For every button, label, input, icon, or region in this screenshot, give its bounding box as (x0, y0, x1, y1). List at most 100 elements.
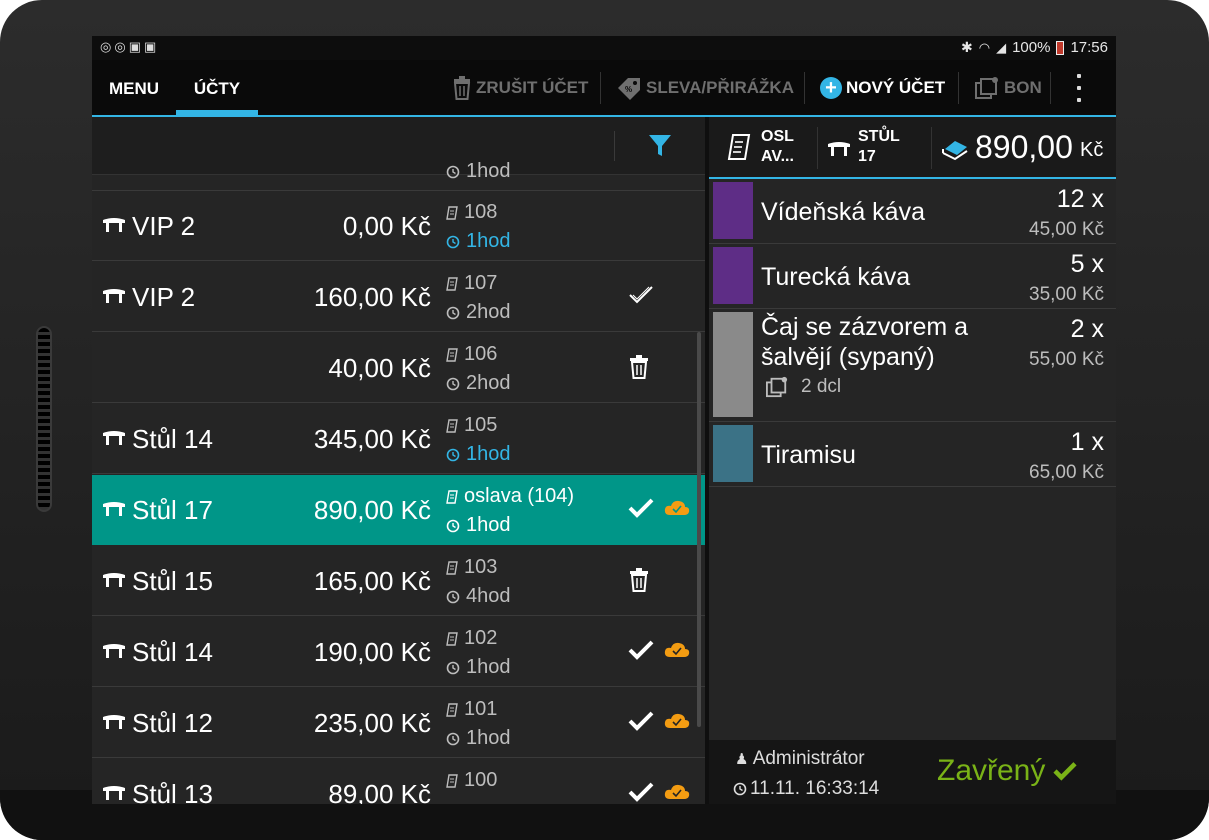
bill-amount: 235,00 Kč (313, 708, 431, 738)
svg-text:%: % (625, 85, 632, 94)
check-icon (628, 782, 654, 802)
list-item-partial[interactable]: 1hod (92, 121, 705, 191)
bill-number-text: 105 (464, 414, 498, 436)
discount-label: SLEVA/PŘIRÁŽKA (646, 77, 794, 97)
bill-item[interactable]: Tiramisu 1 x 65,00 Kč (709, 422, 1116, 487)
list-item[interactable]: VIP 2 0,00 Kč 108 1hod (92, 191, 705, 261)
table-name: VIP 2 (132, 282, 196, 312)
item-name: Turecká káva (761, 263, 911, 291)
list-item[interactable]: Stůl 14 190,00 Kč 102 1hod (92, 617, 705, 687)
clock-icon (446, 377, 460, 391)
duration: 1hod (446, 443, 511, 466)
list-item[interactable]: VIP 2 160,00 Kč 107 2hod (92, 262, 705, 332)
list-item[interactable]: Stůl 14 345,00 Kč 105 1hod (92, 404, 705, 474)
bon-button[interactable]: BON (974, 60, 1042, 115)
item-note: 2 dcl (765, 376, 841, 398)
notification-icon: ◎ (114, 39, 129, 54)
bill-currency: Kč (1080, 139, 1104, 161)
clock-icon (446, 590, 460, 604)
cash-stack-icon (942, 141, 968, 161)
status-bar: ◎◎▣▣ ✱ ◠ ◢ 100% 17:56 (92, 36, 1116, 60)
bill-number-text: 107 (464, 272, 498, 294)
bill-amount: 89,00 Kč (328, 779, 431, 804)
bill-item[interactable]: Vídeňská káva 12 x 45,00 Kč (709, 179, 1116, 244)
duration-text: 2hod (466, 301, 511, 323)
check-icon (628, 711, 654, 731)
bill-amount: 160,00 Kč (313, 282, 431, 312)
bon-label: BON (1004, 77, 1042, 97)
discount-tag-icon: % (618, 77, 640, 100)
check-icon (628, 498, 654, 518)
item-quantity: 12 x (1056, 185, 1104, 213)
discount-button[interactable]: % SLEVA/PŘIRÁŽKA (616, 60, 794, 115)
item-price: 65,00 Kč (1029, 462, 1104, 483)
list-item[interactable]: Stůl 13 89,00 Kč 100 (92, 759, 705, 804)
bill-amount: 345,00 Kč (313, 424, 431, 454)
bill-number-text: 106 (464, 343, 498, 365)
cancel-bill-button[interactable]: ZRUŠIT ÚČET (452, 60, 588, 115)
overflow-menu-icon[interactable] (1077, 74, 1083, 102)
bill-number: 105 (446, 414, 497, 437)
bill-number-text: 102 (464, 627, 498, 649)
bill-name-button[interactable]: OSL AV... (761, 127, 809, 167)
new-bill-label: NOVÝ ÚČET (846, 77, 946, 97)
speaker-grille (36, 326, 52, 512)
duration: 1hod (446, 160, 511, 183)
bill-amount: 890,00 Kč (313, 495, 431, 525)
bill-item[interactable]: Turecká káva 5 x 35,00 Kč (709, 244, 1116, 309)
table-icon (103, 218, 125, 232)
new-bill-button[interactable]: + NOVÝ ÚČET (820, 60, 945, 115)
list-item[interactable]: Stůl 15 165,00 Kč 103 4hod (92, 546, 705, 616)
clock-icon (446, 165, 460, 179)
action-divider (804, 72, 805, 104)
screen: ◎◎▣▣ ✱ ◠ ◢ 100% 17:56 MENU ÚČTY ZRUŠIT Ú… (92, 36, 1116, 804)
bill-number: 100 (446, 769, 497, 792)
accounts-scrollbar[interactable] (697, 332, 701, 727)
action-divider (1050, 72, 1051, 104)
item-color-swatch (713, 182, 753, 239)
item-color-swatch (713, 425, 753, 482)
item-quantity: 2 x (1070, 315, 1104, 343)
table-icon (828, 142, 850, 156)
check-icon (628, 640, 654, 660)
receipt-icon (446, 206, 458, 220)
battery-percent: 100% (1012, 39, 1051, 56)
trash-icon (453, 75, 471, 100)
bill-timestamp-text: 11.11. 16:33:14 (750, 778, 880, 799)
trash-icon (630, 355, 648, 379)
check-icon (1053, 762, 1077, 781)
list-item-selected[interactable]: Stůl 17 890,00 Kč oslava (104) 1hod (92, 475, 705, 545)
bill-number: oslava (104) (446, 485, 574, 508)
item-color-swatch (713, 247, 753, 304)
item-quantity: 1 x (1070, 428, 1104, 456)
table-icon (103, 431, 125, 445)
bill-number-text: 100 (464, 769, 498, 791)
clock: 17:56 (1070, 39, 1108, 56)
action-divider (958, 72, 959, 104)
trash-icon (630, 568, 648, 592)
tab-menu[interactable]: MENU (92, 60, 176, 115)
duration-text: 1hod (466, 656, 511, 678)
list-item[interactable]: 40,00 Kč 106 2hod (92, 333, 705, 403)
table-select-button[interactable]: STŮL 17 (858, 127, 918, 167)
item-name: Vídeňská káva (761, 198, 925, 226)
list-item[interactable]: Stůl 12 235,00 Kč 101 1hod (92, 688, 705, 758)
header-divider (817, 127, 818, 169)
clock-icon (733, 782, 747, 796)
receipt-icon (446, 774, 458, 788)
receipt-icon (446, 419, 458, 433)
table-name: VIP 2 (132, 211, 196, 241)
duration: 2hod (446, 372, 511, 395)
item-color-swatch (713, 312, 753, 417)
bill-number-text: 108 (464, 201, 498, 223)
duration-text: 1hod (466, 443, 511, 465)
cloud-sync-icon (664, 500, 690, 515)
person-icon: ♟ (735, 751, 749, 768)
item-quantity: 5 x (1070, 250, 1104, 278)
bill-number: 101 (446, 698, 497, 721)
receipt-icon (446, 632, 458, 646)
bill-item[interactable]: Čaj se zázvorem a šalvějí (sypaný) 2 x 5… (709, 309, 1116, 422)
cloud-sync-icon (664, 642, 690, 657)
shop-icon: ▣ (143, 39, 160, 54)
tab-accounts[interactable]: ÚČTY (176, 60, 258, 115)
